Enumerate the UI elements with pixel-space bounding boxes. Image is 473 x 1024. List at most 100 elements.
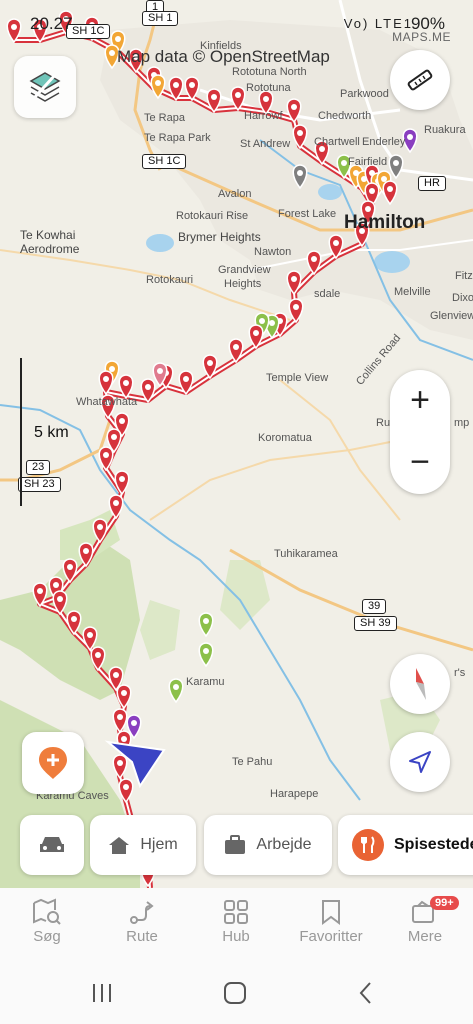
recent-apps-icon[interactable]	[88, 980, 118, 1006]
status-battery: 90%	[410, 14, 445, 33]
place-label: Tuhikaramea	[274, 548, 338, 560]
compass-icon	[416, 668, 426, 700]
place-label: Te Kowhai	[20, 228, 76, 242]
chip-label: Spisesteder	[394, 836, 473, 853]
nav-favorites[interactable]: Favoritter	[286, 896, 376, 945]
zoom-in-button[interactable]: +	[390, 370, 450, 432]
status-bar: 20.27 Vo) LTE1 90%	[0, 10, 473, 38]
place-label: Melville	[394, 286, 431, 298]
grid-icon	[224, 900, 248, 924]
layers-icon	[29, 72, 61, 102]
chip-label: Arbejde	[256, 836, 312, 853]
compass-button[interactable]	[390, 654, 450, 714]
place-label: Forest Lake	[278, 208, 337, 220]
lake	[374, 251, 410, 273]
chip-car[interactable]	[20, 815, 84, 875]
place-label: Nawton	[254, 246, 292, 258]
ruler-button[interactable]	[390, 50, 450, 110]
nav-label: Søg	[33, 928, 61, 945]
forest-area	[220, 560, 270, 630]
map-pin[interactable]	[98, 446, 114, 472]
route-icon	[130, 901, 154, 924]
restaurant-icon	[352, 829, 384, 861]
lake	[318, 184, 342, 200]
scale-bar	[20, 358, 22, 506]
place-label: r's	[454, 667, 466, 679]
bottom-navigation: Søg Rute Hub Favoritter 99+ Mere	[0, 888, 473, 960]
place-label: Te Pahu	[232, 756, 273, 768]
place-label: Harapepe	[270, 788, 319, 800]
nav-route[interactable]: Rute	[97, 896, 187, 945]
place-label: Grandview	[218, 264, 271, 276]
highway-shield: HR	[418, 176, 446, 191]
place-label: Fairfield	[348, 156, 388, 168]
layers-button[interactable]	[14, 56, 76, 118]
map-pin[interactable]	[116, 684, 132, 710]
place-label: Aerodrome	[20, 242, 80, 256]
map-search-icon	[33, 898, 61, 925]
ruler-icon	[407, 69, 433, 91]
car-icon	[40, 837, 64, 852]
place-label: mp	[454, 417, 470, 429]
highway-shield: SH 1C	[142, 154, 187, 169]
map-pin[interactable]	[168, 678, 184, 704]
road	[279, 379, 401, 521]
place-label: Temple View	[266, 372, 329, 384]
road	[149, 439, 401, 521]
place-label: Rototuna	[246, 82, 291, 94]
place-label: Fitz	[455, 270, 473, 282]
highway-shield: SH 39	[354, 616, 397, 631]
place-label: Te Rapa Park	[144, 132, 211, 144]
place-label: St Andrew	[240, 138, 291, 150]
place-label: Avalon	[218, 188, 252, 200]
system-navigation	[0, 960, 473, 1024]
map-attribution: Map data © OpenStreetMap	[117, 47, 330, 66]
add-place-button[interactable]	[22, 732, 84, 794]
place-label: Harrowf	[244, 110, 283, 122]
map-pin[interactable]	[198, 612, 214, 638]
nav-label: Hub	[222, 928, 250, 945]
chip-label: Hjem	[140, 836, 178, 853]
forest-area	[140, 600, 180, 660]
place-label: Rototuna North	[232, 66, 307, 78]
place-label: Karamu	[186, 676, 225, 688]
place-label: sdale	[314, 288, 341, 300]
chip-work[interactable]: Arbejde	[204, 815, 332, 875]
place-label: Dixo	[452, 292, 473, 304]
home-system-icon[interactable]	[220, 980, 250, 1006]
nav-search[interactable]: Søg	[2, 896, 92, 945]
place-label: Heights	[224, 278, 262, 290]
highway-shield: SH 23	[18, 477, 61, 492]
map-pin[interactable]	[112, 708, 128, 734]
my-location-button[interactable]	[390, 732, 450, 792]
more-badge: 99+	[430, 896, 459, 910]
chip-home[interactable]: Hjem	[90, 815, 196, 875]
map-pin[interactable]	[118, 778, 134, 804]
map-pin[interactable]	[198, 642, 214, 668]
place-label: Parkwood	[340, 88, 389, 100]
back-icon[interactable]	[352, 980, 382, 1006]
highway-shield: 23	[26, 460, 51, 475]
map-pin[interactable]	[112, 754, 128, 780]
status-time: 20.27	[30, 14, 73, 33]
place-label: Te Rapa	[144, 112, 185, 124]
nav-more[interactable]: 99+ Mere	[380, 896, 470, 945]
map-pin[interactable]	[288, 298, 304, 324]
place-label: Ru	[376, 417, 391, 429]
category-chips: Hjem Arbejde Spisesteder	[0, 815, 473, 877]
place-label: Rotokauri Rise	[176, 210, 249, 222]
zoom-out-button[interactable]: −	[390, 432, 450, 494]
chip-restaurants[interactable]: Spisesteder	[338, 815, 473, 875]
place-label: Chedworth	[318, 110, 372, 122]
nav-label: Rute	[126, 928, 158, 945]
nav-label: Favoritter	[299, 928, 363, 945]
home-icon	[109, 837, 130, 854]
place-label: Chartwell	[314, 136, 360, 148]
bookmark-icon	[322, 900, 340, 925]
map-pin[interactable]	[114, 470, 130, 496]
place-label: Glenview	[430, 310, 473, 322]
zoom-control: + −	[390, 370, 450, 494]
lake	[146, 234, 174, 252]
nav-hub[interactable]: Hub	[191, 896, 281, 945]
place-label-city: Hamilton	[344, 212, 426, 233]
